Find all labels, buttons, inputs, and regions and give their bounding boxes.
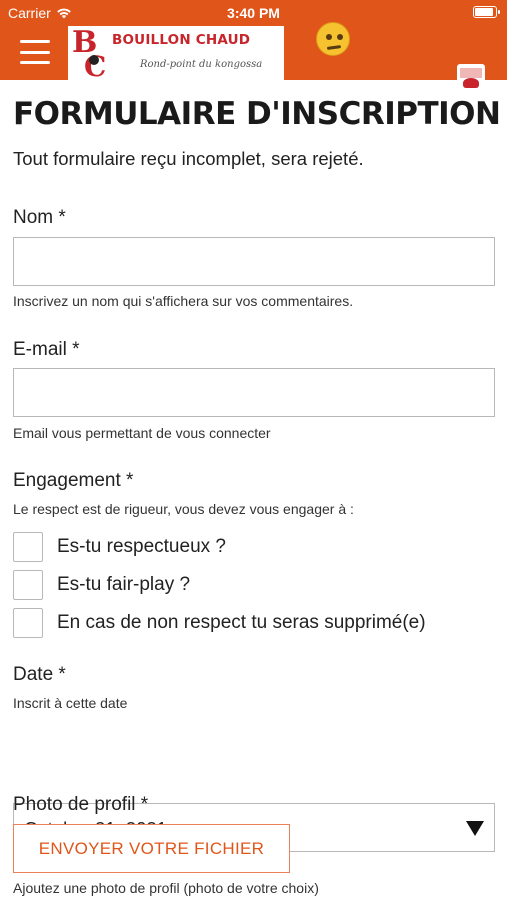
email-field[interactable] [13,368,495,417]
checkbox[interactable] [13,570,43,600]
nom-field[interactable] [13,237,495,286]
nom-label: Nom * [13,207,66,228]
brand-tagline: Rond-point du kongossa [140,59,263,70]
page-title: FORMULAIRE D'INSCRIPTION [13,96,501,132]
form-intro: Tout formulaire reçu incomplet, sera rej… [13,148,364,169]
nom-help: Inscrivez un nom qui s'affichera sur vos… [13,293,354,309]
engagement-option[interactable]: Es-tu respectueux ? [13,532,226,562]
date-label: Date * [13,664,66,685]
checkbox-label: Es-tu respectueux ? [57,536,226,557]
bc-monogram-icon: B C [72,26,106,80]
brand-name: BOUILLON CHAUD [112,32,251,48]
date-help: Inscrit à cette date [13,695,128,711]
checkbox-label: Es-tu fair-play ? [57,574,191,595]
upload-file-button[interactable]: ENVOYER VOTRE FICHIER [13,824,290,873]
engagement-option[interactable]: En cas de non respect tu seras supprimé(… [13,608,426,638]
registration-form: FORMULAIRE D'INSCRIPTION Tout formulaire… [13,88,501,896]
menu-icon[interactable] [20,40,50,64]
dropdown-arrow-icon [466,821,484,836]
email-help: Email vous permettant de vous connecter [13,425,271,441]
checkbox[interactable] [13,532,43,562]
battery-icon [473,6,500,18]
svg-text:C: C [84,50,106,80]
brand-logo[interactable]: B C BOUILLON CHAUD Rond-point du kongoss… [68,26,284,80]
status-bar: Carrier 3:40 PM [0,0,507,26]
engagement-help: Le respect est de rigueur, vous devez vo… [13,501,354,517]
clock: 3:40 PM [227,5,280,21]
photo-help: Ajoutez une photo de profil (photo de vo… [13,880,319,896]
smirking-face-icon [316,22,350,56]
engagement-option[interactable]: Es-tu fair-play ? [13,570,190,600]
email-label: E-mail * [13,339,80,360]
checkbox[interactable] [13,608,43,638]
checkbox-label: En cas de non respect tu seras supprimé(… [57,612,426,633]
photo-label: Photo de profil * [13,794,149,815]
engagement-label: Engagement * [13,470,134,491]
